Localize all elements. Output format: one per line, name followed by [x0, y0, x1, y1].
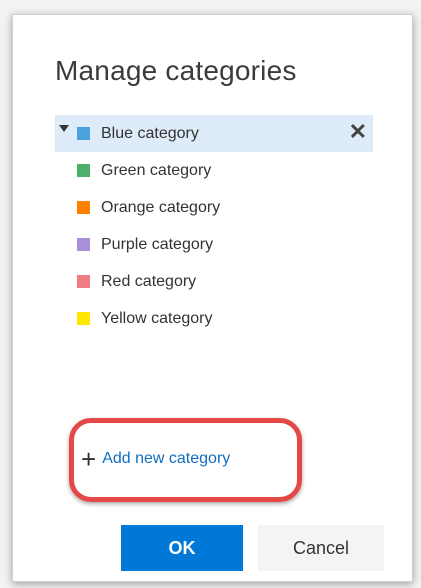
category-label: Red category	[101, 272, 197, 290]
category-list: Blue category ✕ Green category Orange ca…	[55, 115, 373, 337]
color-swatch	[77, 312, 90, 325]
category-item-green[interactable]: Green category	[55, 152, 373, 189]
color-swatch	[77, 164, 90, 177]
color-swatch	[77, 238, 90, 251]
plus-icon: +	[81, 444, 97, 474]
expand-caret-icon[interactable]	[59, 125, 69, 132]
close-icon[interactable]: ✕	[349, 121, 367, 143]
dialog-title: Manage categories	[55, 55, 297, 86]
category-item-red[interactable]: Red category	[55, 263, 373, 300]
category-label: Orange category	[101, 198, 221, 216]
category-item-purple[interactable]: Purple category	[55, 226, 373, 263]
category-label: Purple category	[101, 235, 214, 253]
category-label: Yellow category	[101, 309, 213, 327]
ok-button[interactable]: OK	[121, 525, 243, 571]
category-item-orange[interactable]: Orange category	[55, 189, 373, 226]
add-new-category-label: Add new category	[102, 450, 231, 467]
category-label: Green category	[101, 161, 212, 179]
color-swatch	[77, 201, 90, 214]
add-new-category-link[interactable]: + Add new category	[81, 444, 231, 474]
category-item-blue[interactable]: Blue category ✕	[55, 115, 373, 152]
color-swatch	[77, 127, 90, 140]
category-label: Blue category	[101, 124, 199, 142]
manage-categories-dialog: Manage categories Blue category ✕ Green …	[12, 14, 413, 582]
color-swatch	[77, 275, 90, 288]
category-item-yellow[interactable]: Yellow category	[55, 300, 373, 337]
cancel-button[interactable]: Cancel	[258, 525, 384, 571]
